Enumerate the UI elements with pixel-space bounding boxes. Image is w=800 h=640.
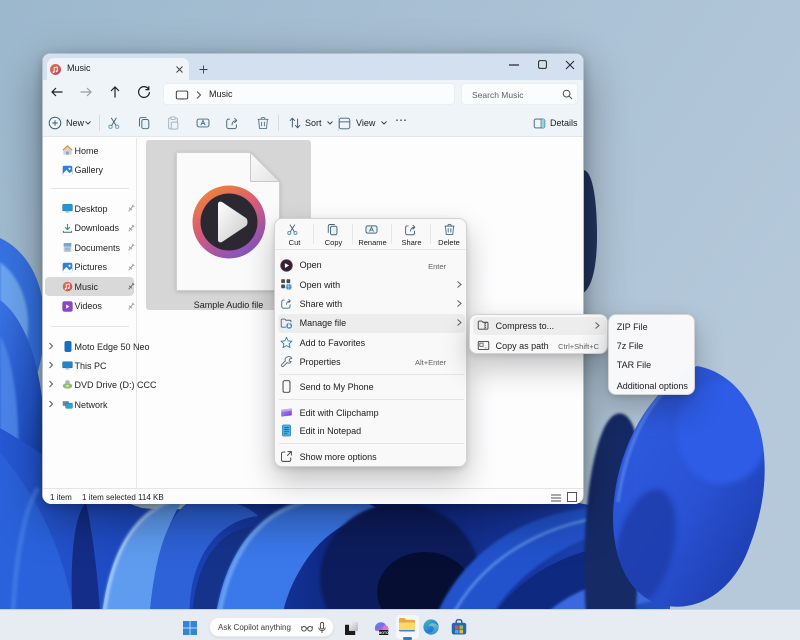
svg-text:MOTO: MOTO: [379, 631, 389, 635]
